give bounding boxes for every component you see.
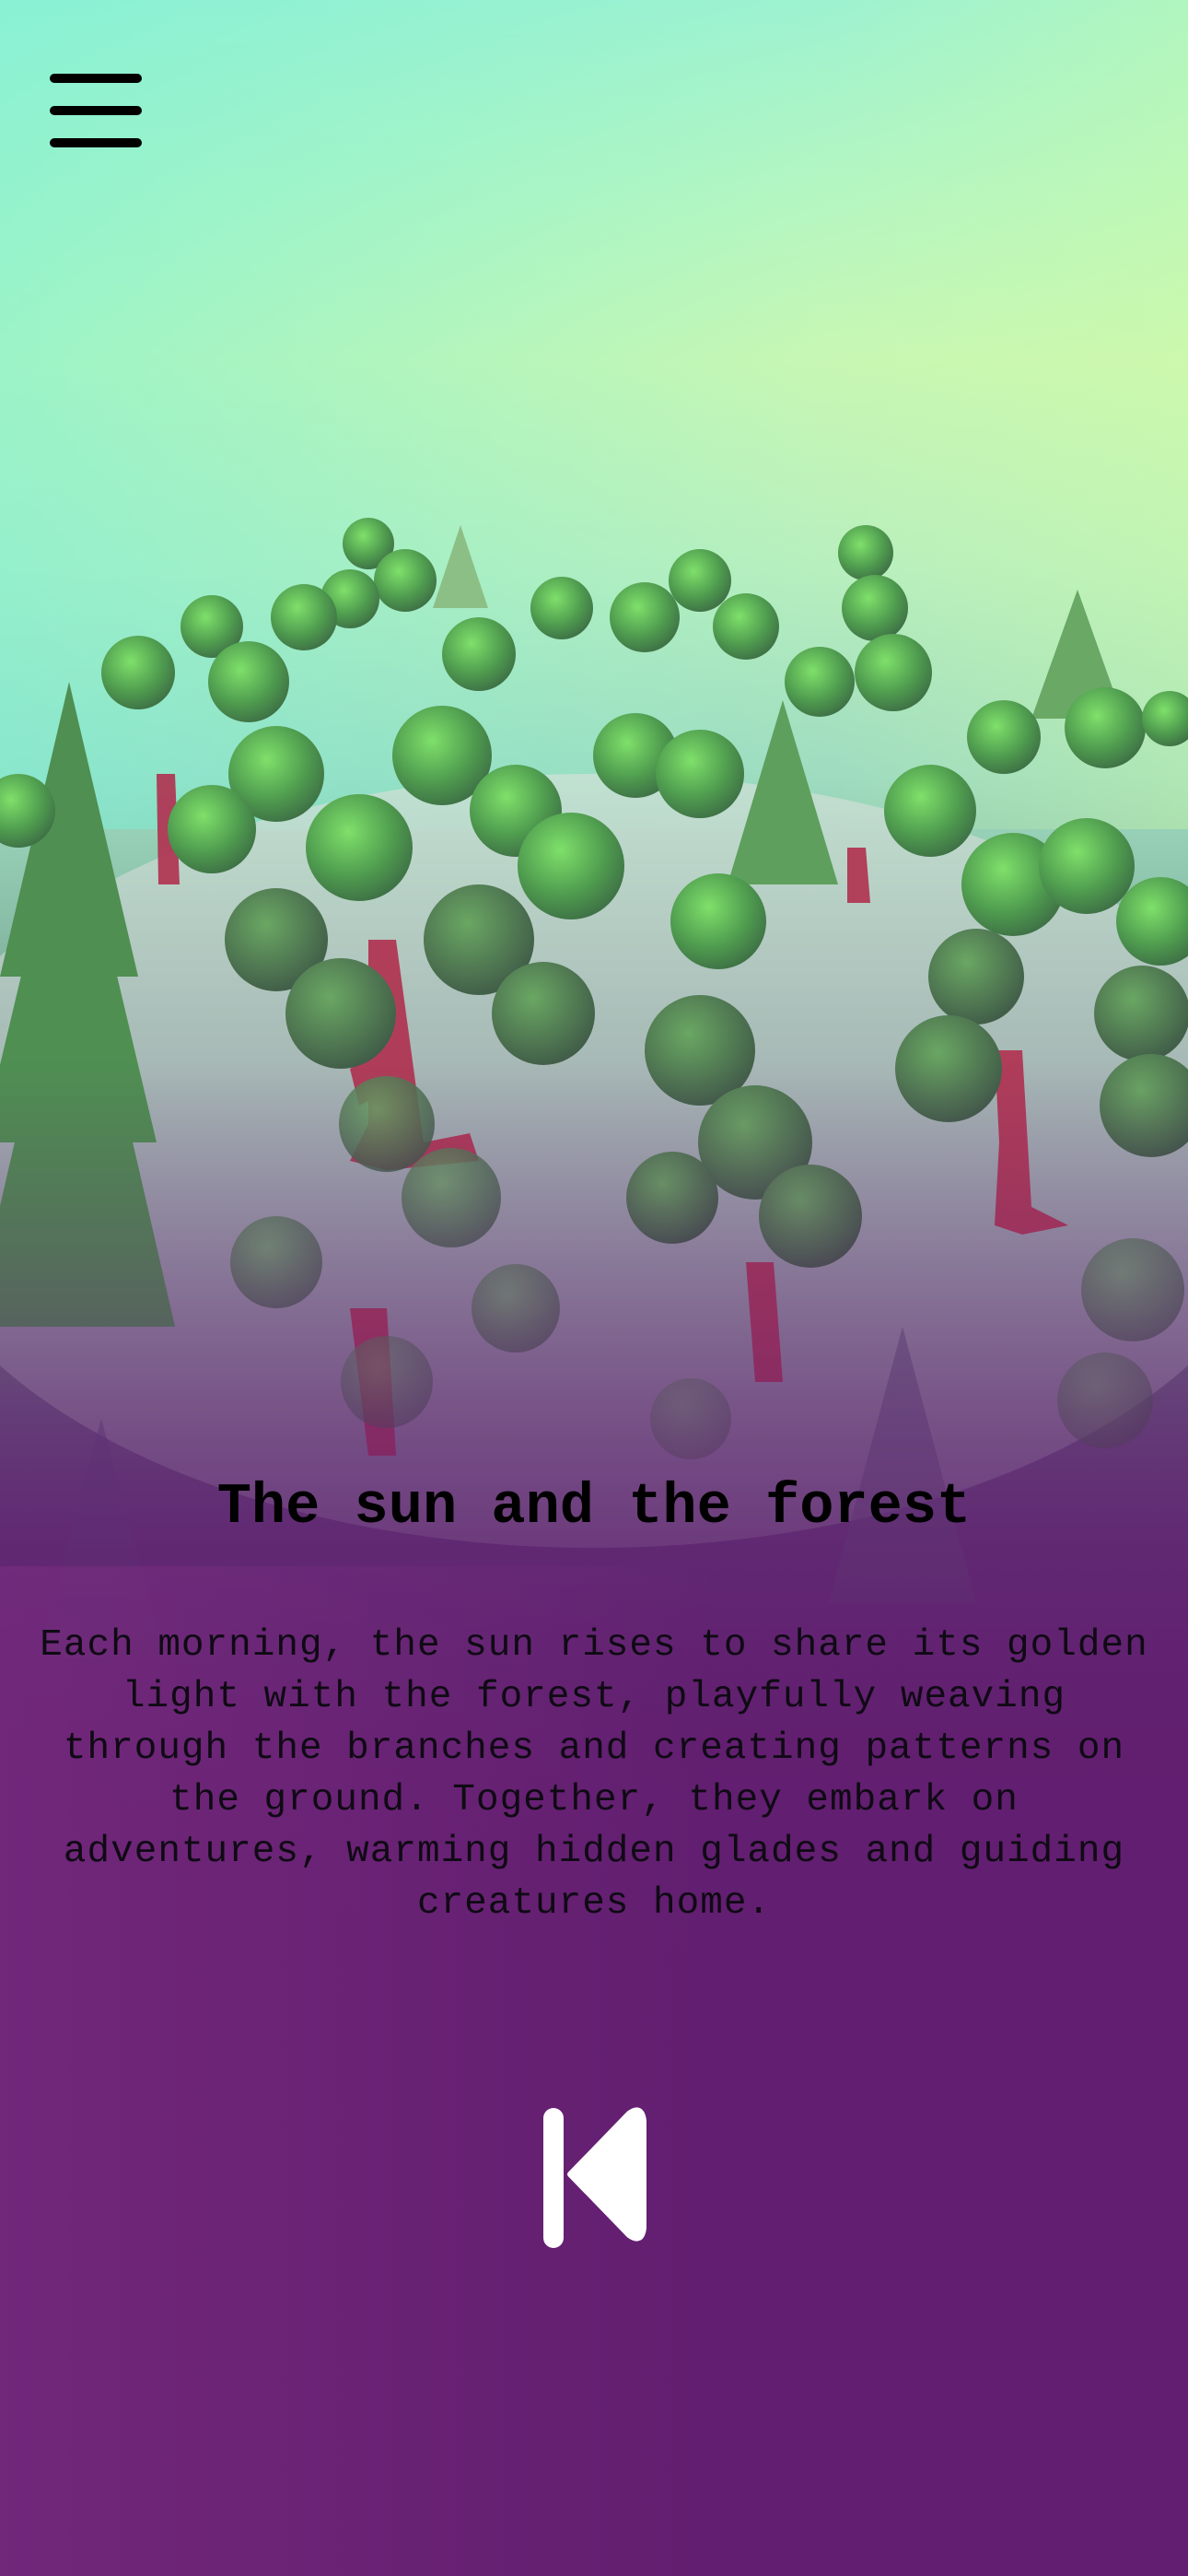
story-screen: The sun and the forest Each morning, the… [0, 0, 1188, 2576]
story-body: Each morning, the sun rises to share its… [40, 1624, 1148, 1925]
previous-button[interactable] [539, 2101, 649, 2248]
story-title: The sun and the forest [216, 1474, 972, 1540]
menu-button[interactable] [48, 72, 144, 149]
skip-previous-icon [543, 2107, 646, 2248]
